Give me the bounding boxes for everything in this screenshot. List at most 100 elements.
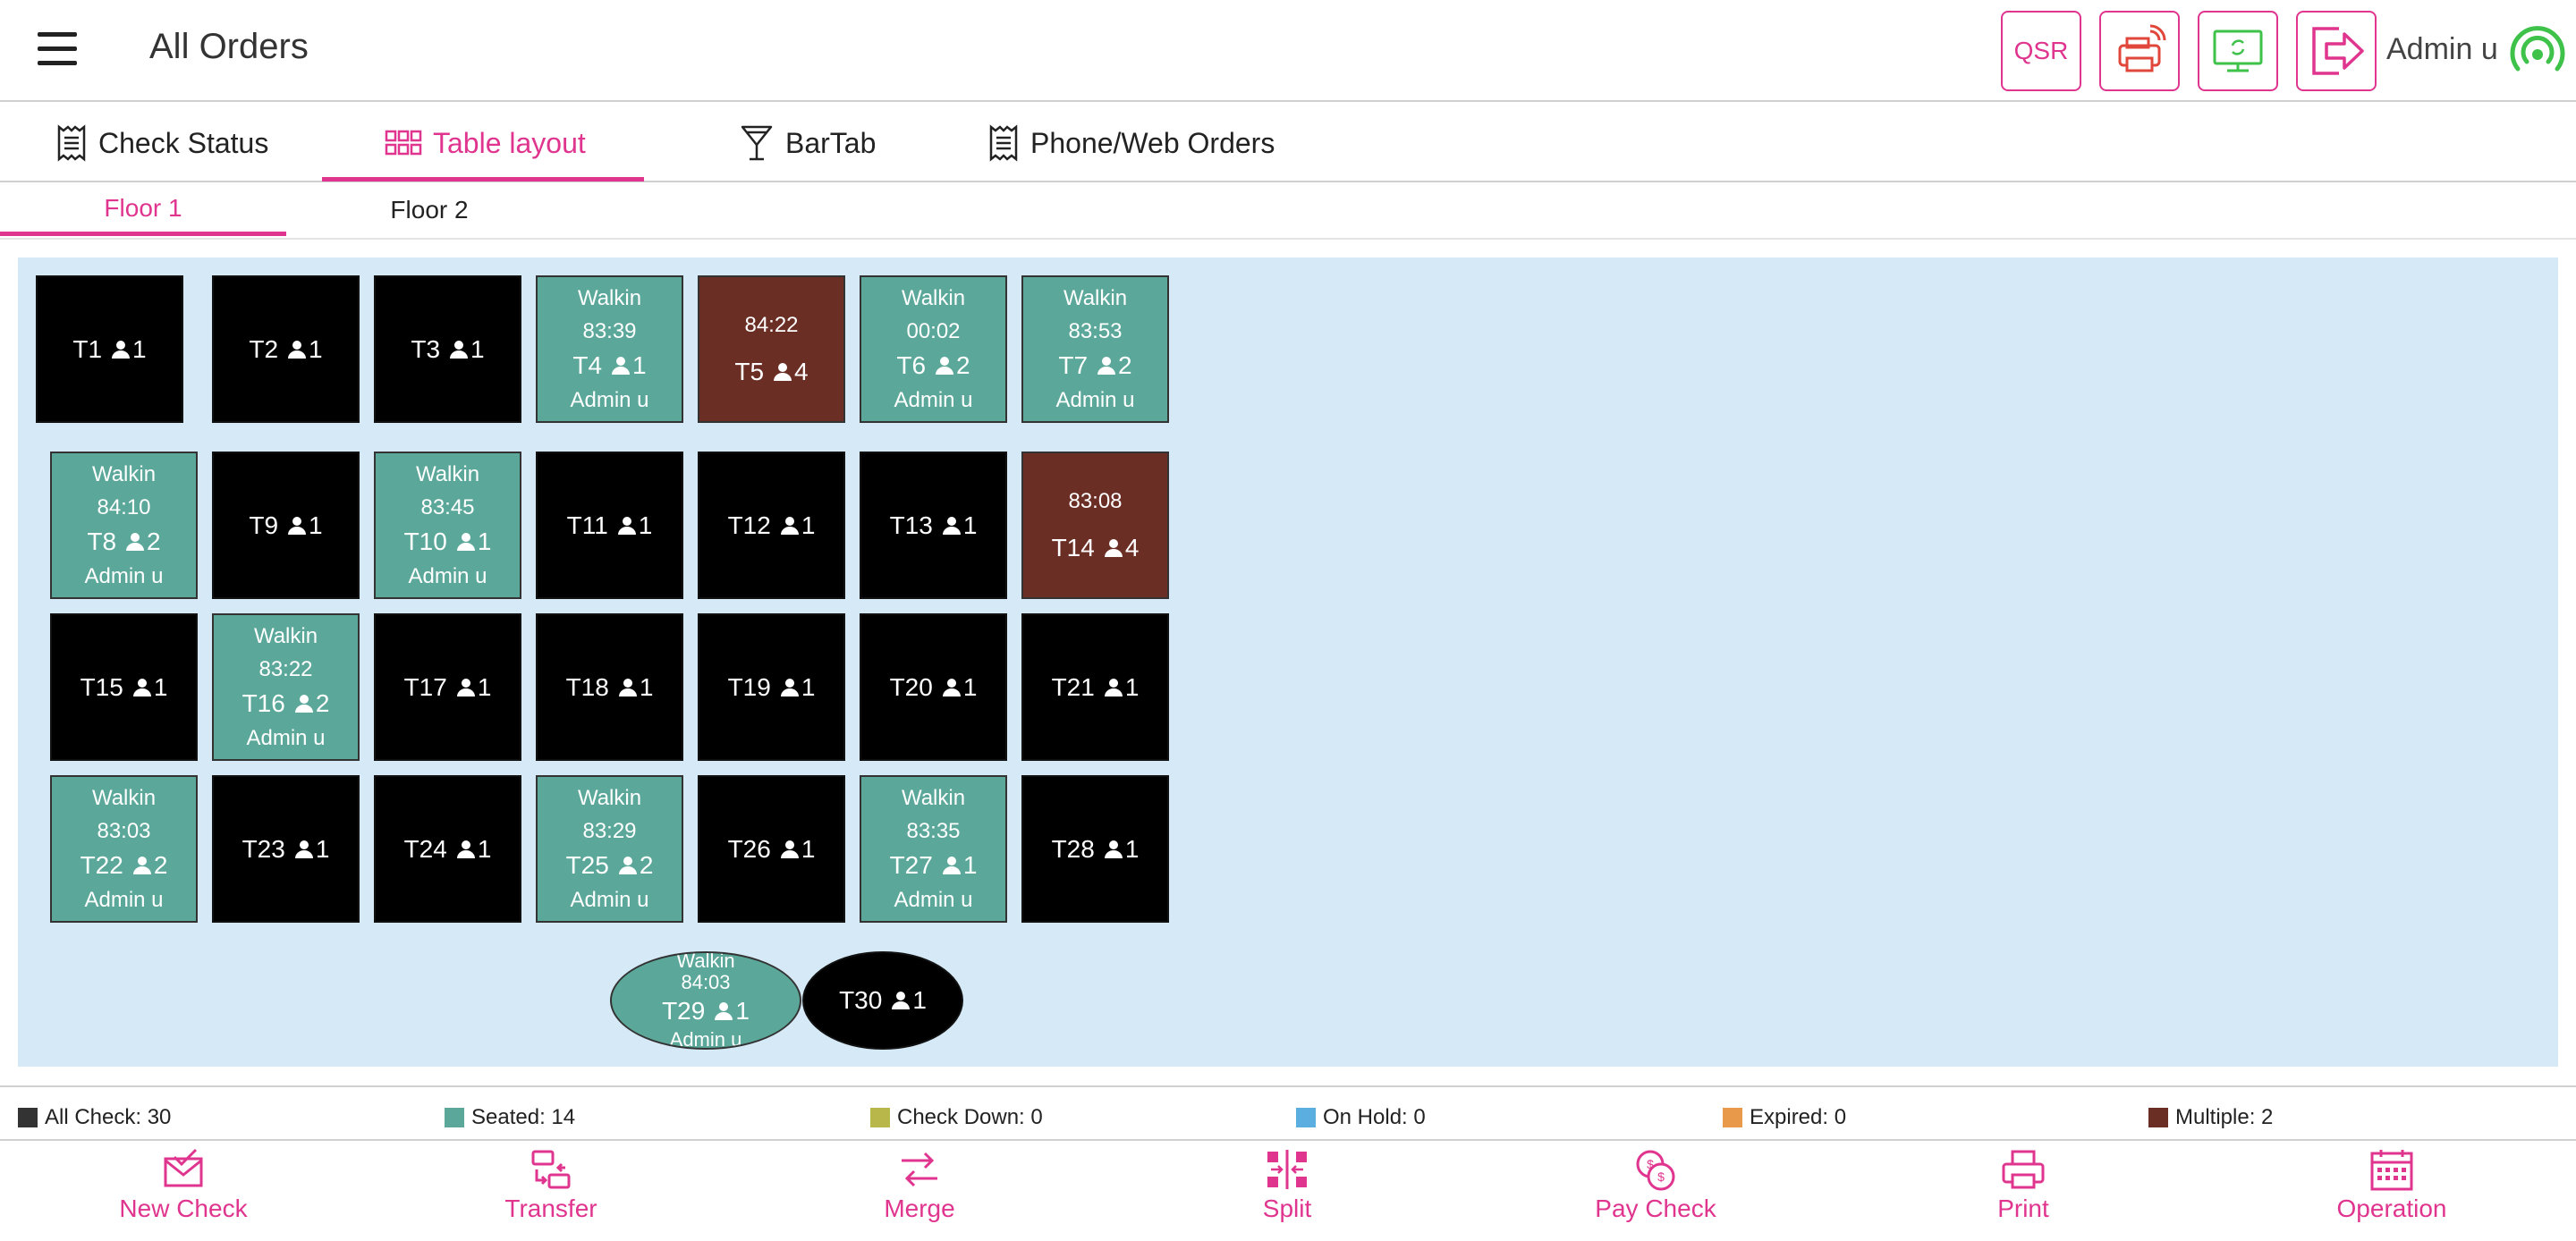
action-label: Transfer xyxy=(504,1195,597,1222)
table-t21[interactable]: T21 1 xyxy=(1021,613,1169,761)
table-t24[interactable]: T24 1 xyxy=(374,775,521,923)
display-sync-button[interactable] xyxy=(2198,11,2278,91)
table-t28[interactable]: T28 1 xyxy=(1021,775,1169,923)
table-elapsed-time: 84:22 xyxy=(744,313,799,337)
table-t13[interactable]: T13 1 xyxy=(860,452,1007,599)
person-icon xyxy=(942,516,961,535)
table-label: T30 1 xyxy=(839,983,927,1018)
table-label: T20 1 xyxy=(890,670,978,705)
split-button[interactable]: Split xyxy=(1175,1148,1399,1237)
qsr-button[interactable]: QSR xyxy=(2001,11,2081,91)
table-t19[interactable]: T19 1 xyxy=(698,613,845,761)
merge-button[interactable]: Merge xyxy=(808,1148,1031,1237)
table-t25[interactable]: Walkin 83:29 T25 2 Admin u xyxy=(536,775,683,923)
cocktail-icon xyxy=(741,125,773,161)
printer-status-button[interactable] xyxy=(2099,11,2180,91)
table-label: T27 1 xyxy=(890,848,978,883)
table-number: T18 xyxy=(565,672,609,701)
table-t5[interactable]: 84:22 T5 4 xyxy=(698,275,845,423)
table-number: T29 xyxy=(662,997,706,1025)
floor-tabs: Floor 1 Floor 2 xyxy=(0,184,2576,240)
person-icon xyxy=(780,516,799,535)
table-server-name: Admin u xyxy=(84,564,164,588)
tab-floor-1[interactable]: Floor 1 xyxy=(0,184,286,236)
new-check-button[interactable]: New Check xyxy=(72,1148,295,1237)
guest-count: 1 xyxy=(632,351,647,379)
table-label: T25 2 xyxy=(566,848,654,883)
table-t8[interactable]: Walkin 84:10 T8 2 Admin u xyxy=(50,452,198,599)
table-label: T21 1 xyxy=(1052,670,1140,705)
action-label: Merge xyxy=(884,1195,955,1222)
tab-phone-web-orders[interactable]: Phone/Web Orders xyxy=(987,104,1275,182)
legend-swatch xyxy=(18,1108,38,1127)
table-server-name: Admin u xyxy=(894,888,973,912)
table-label: T23 1 xyxy=(242,832,330,867)
table-number: T12 xyxy=(727,511,771,539)
tab-table-layout[interactable]: Table layout xyxy=(385,104,586,182)
table-t3[interactable]: T3 1 xyxy=(374,275,521,423)
monitor-sync-icon xyxy=(2213,30,2263,72)
tab-floor-2[interactable]: Floor 2 xyxy=(286,184,572,236)
table-number: T26 xyxy=(727,834,771,863)
receipt-icon xyxy=(989,124,1018,162)
guest-count: 2 xyxy=(639,851,654,879)
table-label: T14 4 xyxy=(1052,530,1140,566)
action-bar: New Check Transfer Merge Split $ $ Pay Check Pr… xyxy=(0,1144,2576,1241)
guest-count: 1 xyxy=(962,672,978,701)
person-icon xyxy=(132,857,151,874)
table-t2[interactable]: T2 1 xyxy=(212,275,360,423)
table-t29[interactable]: Walkin 84:03 T29 1 Admin u xyxy=(610,951,801,1050)
logout-icon xyxy=(2312,27,2364,75)
operation-button[interactable]: Operation xyxy=(2280,1148,2504,1237)
table-number: T19 xyxy=(727,672,771,701)
table-label: T15 1 xyxy=(80,670,168,705)
table-server-name: Admin u xyxy=(1055,388,1135,412)
logout-button[interactable] xyxy=(2296,11,2377,91)
guest-count: 1 xyxy=(1124,672,1140,701)
table-label: T3 1 xyxy=(411,332,484,367)
table-t1[interactable]: T1 1 xyxy=(36,275,183,423)
pay-check-button[interactable]: $ $ Pay Check xyxy=(1544,1148,1767,1237)
legend-label: All Check: 30 xyxy=(45,1105,172,1129)
guest-count: 2 xyxy=(153,851,168,879)
tab-check-status[interactable]: Check Status xyxy=(55,104,268,182)
person-icon xyxy=(1097,357,1116,375)
table-t27[interactable]: Walkin 83:35 T27 1 Admin u xyxy=(860,775,1007,923)
table-t18[interactable]: T18 1 xyxy=(536,613,683,761)
table-t26[interactable]: T26 1 xyxy=(698,775,845,923)
table-t7[interactable]: Walkin 83:53 T7 2 Admin u xyxy=(1021,275,1169,423)
table-t6[interactable]: Walkin 00:02 T6 2 Admin u xyxy=(860,275,1007,423)
table-t10[interactable]: Walkin 83:45 T10 1 Admin u xyxy=(374,452,521,599)
legend-item: Check Down: 0 xyxy=(870,1105,1043,1130)
print-button[interactable]: Print xyxy=(1911,1148,2135,1237)
tab-bartab[interactable]: BarTab xyxy=(739,104,876,182)
wireless-printer-icon xyxy=(2118,24,2166,72)
legend-item: All Check: 30 xyxy=(18,1105,171,1130)
table-t12[interactable]: T12 1 xyxy=(698,452,845,599)
table-t20[interactable]: T20 1 xyxy=(860,613,1007,761)
transfer-button[interactable]: Transfer xyxy=(439,1148,663,1237)
legend-swatch xyxy=(1296,1108,1316,1127)
table-number: T3 xyxy=(411,334,441,363)
person-icon xyxy=(892,992,911,1009)
table-t4[interactable]: Walkin 83:39 T4 1 Admin u xyxy=(536,275,683,423)
table-t9[interactable]: T9 1 xyxy=(212,452,360,599)
table-number: T25 xyxy=(565,851,609,879)
table-t11[interactable]: T11 1 xyxy=(536,452,683,599)
legend-swatch xyxy=(2148,1108,2168,1127)
table-number: T11 xyxy=(566,511,608,539)
guest-count: 1 xyxy=(735,997,750,1025)
table-elapsed-time: 83:22 xyxy=(258,657,313,681)
table-t15[interactable]: T15 1 xyxy=(50,613,198,761)
table-t22[interactable]: Walkin 83:03 T22 2 Admin u xyxy=(50,775,198,923)
table-label: T28 1 xyxy=(1052,832,1140,867)
table-t17[interactable]: T17 1 xyxy=(374,613,521,761)
table-t23[interactable]: T23 1 xyxy=(212,775,360,923)
menu-icon[interactable] xyxy=(38,32,77,72)
table-t16[interactable]: Walkin 83:22 T16 2 Admin u xyxy=(212,613,360,761)
person-icon xyxy=(126,533,145,551)
person-icon xyxy=(715,1002,733,1020)
table-t30[interactable]: T30 1 xyxy=(802,951,963,1050)
table-number: T22 xyxy=(80,851,123,879)
table-t14[interactable]: 83:08 T14 4 xyxy=(1021,452,1169,599)
